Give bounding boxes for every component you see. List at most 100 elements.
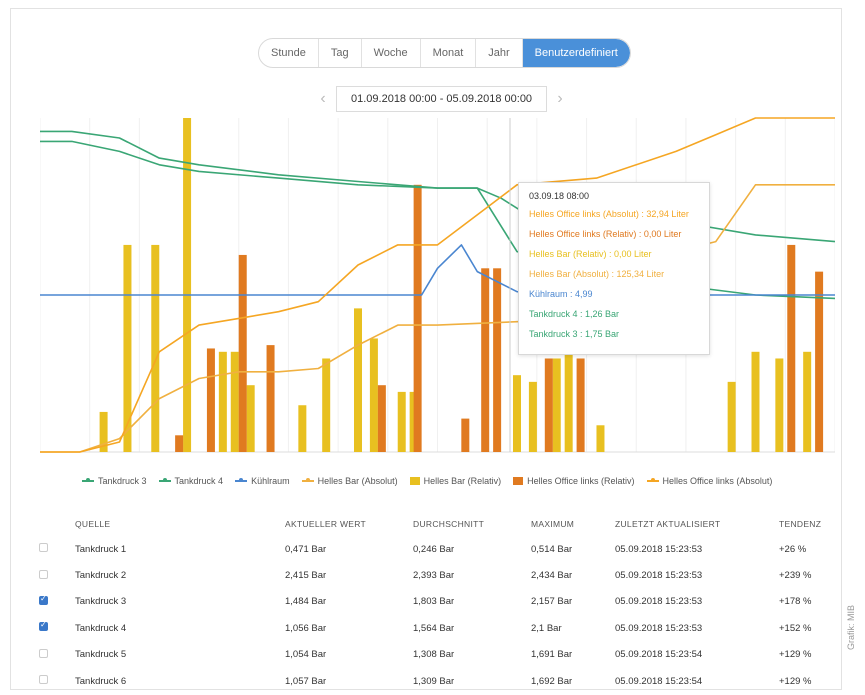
table-cell: 1,692 Bar bbox=[531, 675, 573, 687]
bar-helles-bar-relativ-[interactable] bbox=[151, 244, 160, 452]
bar-helles-office-links-relativ-[interactable] bbox=[481, 268, 490, 452]
legend-label: Helles Bar (Absolut) bbox=[317, 476, 398, 486]
column-header-durchschnitt[interactable]: DURCHSCHNITT bbox=[412, 512, 530, 536]
table-cell: Tankdruck 6 bbox=[75, 675, 127, 687]
tab-woche[interactable]: Woche bbox=[362, 39, 421, 67]
bar-helles-bar-relativ-[interactable] bbox=[298, 405, 307, 452]
bar-helles-bar-relativ-[interactable] bbox=[552, 358, 561, 452]
table-cell: 1,803 Bar bbox=[413, 596, 455, 608]
image-credit: Grafik: MIB bbox=[846, 604, 856, 650]
legend-line-swatch bbox=[82, 477, 94, 485]
tab-tag[interactable]: Tag bbox=[319, 39, 362, 67]
tab-benutzerdefiniert[interactable]: Benutzerdefiniert bbox=[522, 39, 630, 67]
table-row[interactable]: Tankdruck 4 1,056 Bar 1,564 Bar 2,1 Bar 05.0… bbox=[38, 615, 840, 641]
tab-jahr[interactable]: Jahr bbox=[476, 39, 523, 67]
time-series-chart[interactable] bbox=[40, 110, 835, 470]
tab-monat[interactable]: Monat bbox=[421, 39, 477, 67]
chart-legend: Tankdruck 3 Tankdruck 4 Kühlraum Helles Bar… bbox=[82, 476, 772, 486]
time-range-selector: Stunde Tag Woche Monat Jahr Benutzerdefiniert bbox=[258, 38, 631, 68]
bar-helles-office-links-relativ-[interactable] bbox=[544, 358, 553, 452]
legend-item[interactable]: Helles Bar (Absolut) bbox=[301, 476, 398, 486]
bar-helles-bar-relativ-[interactable] bbox=[183, 118, 192, 452]
bar-helles-office-links-relativ-[interactable] bbox=[576, 358, 585, 452]
bar-helles-bar-relativ-[interactable] bbox=[123, 244, 132, 452]
bar-helles-office-links-relativ-[interactable] bbox=[377, 385, 386, 452]
table-row[interactable]: Tankdruck 3 1,484 Bar 1,803 Bar 2,157 Bar 05… bbox=[38, 589, 840, 615]
tooltip-row: Helles Bar (Relativ) : 0,00 Liter bbox=[529, 249, 652, 259]
bar-helles-bar-relativ-[interactable] bbox=[528, 381, 537, 452]
table-cell: 1,309 Bar bbox=[413, 675, 455, 687]
tooltip-row: Helles Office links (Relativ) : 0,00 Lit… bbox=[529, 229, 682, 239]
bar-helles-bar-relativ-[interactable] bbox=[230, 351, 239, 452]
legend-item[interactable]: Tankdruck 3 bbox=[82, 476, 147, 486]
table-row[interactable]: Tankdruck 6 1,057 Bar 1,309 Bar 1,692 Bar 05… bbox=[38, 668, 840, 694]
bar-helles-office-links-relativ-[interactable] bbox=[413, 184, 422, 453]
legend-item[interactable]: Tankdruck 4 bbox=[158, 476, 223, 486]
table-cell: 1,057 Bar bbox=[285, 675, 327, 687]
bar-helles-bar-relativ-[interactable] bbox=[354, 308, 362, 452]
legend-item[interactable]: Helles Bar (Relativ) bbox=[409, 476, 501, 486]
legend-label: Helles Office links (Relativ) bbox=[527, 476, 635, 486]
table-cell: 1,564 Bar bbox=[413, 622, 455, 634]
table-cell: +26 % bbox=[779, 543, 807, 555]
legend-line-swatch bbox=[301, 477, 314, 485]
row-checkbox[interactable] bbox=[39, 620, 48, 632]
bar-helles-bar-relativ-[interactable] bbox=[751, 351, 760, 452]
table-cell: Tankdruck 4 bbox=[75, 622, 127, 634]
bar-helles-office-links-relativ-[interactable] bbox=[815, 271, 824, 452]
tab-stunde[interactable]: Stunde bbox=[259, 39, 319, 67]
table-cell: 05.09.2018 15:23:53 bbox=[615, 622, 703, 634]
bar-helles-office-links-relativ-[interactable] bbox=[238, 254, 247, 452]
date-range-field[interactable]: 01.09.2018 00:00 - 05.09.2018 00:00 bbox=[336, 86, 548, 112]
bar-helles-bar-relativ-[interactable] bbox=[727, 381, 736, 452]
bar-helles-bar-relativ-[interactable] bbox=[513, 375, 521, 452]
table-cell: 0,471 Bar bbox=[285, 543, 327, 555]
row-checkbox[interactable] bbox=[39, 675, 48, 685]
row-checkbox[interactable] bbox=[39, 543, 48, 553]
table-cell: Tankdruck 3 bbox=[75, 596, 127, 608]
table-row[interactable]: Tankdruck 2 2,415 Bar 2,393 Bar 2,434 Bar 05… bbox=[38, 562, 840, 588]
table-row[interactable]: Tankdruck 5 1,054 Bar 1,308 Bar 1,691 Bar 05… bbox=[38, 642, 840, 668]
bar-helles-bar-relativ-[interactable] bbox=[596, 425, 605, 452]
checkbox-cell bbox=[38, 562, 74, 588]
table-cell: 1,691 Bar bbox=[531, 649, 573, 661]
table-cell: 05.09.2018 15:23:53 bbox=[615, 543, 703, 555]
bar-helles-office-links-relativ-[interactable] bbox=[266, 345, 275, 452]
table-cell: +178 % bbox=[779, 596, 812, 608]
bar-helles-office-links-relativ-[interactable] bbox=[175, 435, 184, 452]
legend-item[interactable]: Helles Office links (Absolut) bbox=[646, 476, 772, 486]
table-cell: 2,393 Bar bbox=[413, 570, 455, 582]
table-cell: 2,415 Bar bbox=[285, 570, 327, 582]
column-header-quelle[interactable]: QUELLE bbox=[74, 512, 284, 536]
bar-helles-bar-relativ-[interactable] bbox=[322, 358, 331, 452]
legend-label: Tankdruck 3 bbox=[98, 476, 147, 486]
column-header-tendenz[interactable]: TENDENZ bbox=[778, 512, 840, 536]
column-header-maximum[interactable]: MAXIMUM bbox=[530, 512, 614, 536]
row-checkbox[interactable] bbox=[39, 569, 48, 579]
legend-bar-swatch bbox=[513, 477, 524, 485]
bar-helles-bar-relativ-[interactable] bbox=[397, 391, 406, 452]
bar-helles-bar-relativ-[interactable] bbox=[246, 385, 255, 452]
bar-helles-bar-relativ-[interactable] bbox=[775, 358, 784, 452]
bar-helles-office-links-relativ-[interactable] bbox=[493, 268, 502, 452]
tooltip-row: Tankdruck 4 : 1,26 Bar bbox=[529, 309, 620, 319]
bar-helles-bar-relativ-[interactable] bbox=[369, 338, 378, 452]
column-header-zuletzt-aktualisiert[interactable]: ZULETZT AKTUALISIERT bbox=[614, 512, 778, 536]
row-checkbox[interactable] bbox=[39, 648, 48, 658]
bar-helles-bar-relativ-[interactable] bbox=[803, 351, 812, 452]
legend-item[interactable]: Kühlraum bbox=[235, 476, 290, 486]
table-cell: 05.09.2018 15:23:54 bbox=[615, 649, 703, 661]
bar-helles-office-links-relativ-[interactable] bbox=[787, 244, 796, 452]
checkbox-cell bbox=[38, 589, 74, 615]
legend-item[interactable]: Helles Office links (Relativ) bbox=[513, 476, 635, 486]
table-row[interactable]: Tankdruck 1 0,471 Bar 0,246 Bar 0,514 Bar 05… bbox=[38, 536, 840, 562]
bar-helles-bar-relativ-[interactable] bbox=[218, 351, 227, 452]
bar-helles-office-links-relativ-[interactable] bbox=[461, 418, 470, 452]
row-checkbox[interactable] bbox=[39, 594, 48, 605]
chevron-right-icon[interactable]: › bbox=[553, 90, 567, 108]
checkbox-column-header bbox=[38, 512, 74, 536]
chevron-left-icon[interactable]: ‹ bbox=[316, 90, 330, 108]
bar-helles-office-links-relativ-[interactable] bbox=[206, 348, 215, 452]
column-header-aktueller-wert[interactable]: AKTUELLER WERT bbox=[284, 512, 412, 536]
bar-helles-bar-relativ-[interactable] bbox=[564, 338, 573, 452]
